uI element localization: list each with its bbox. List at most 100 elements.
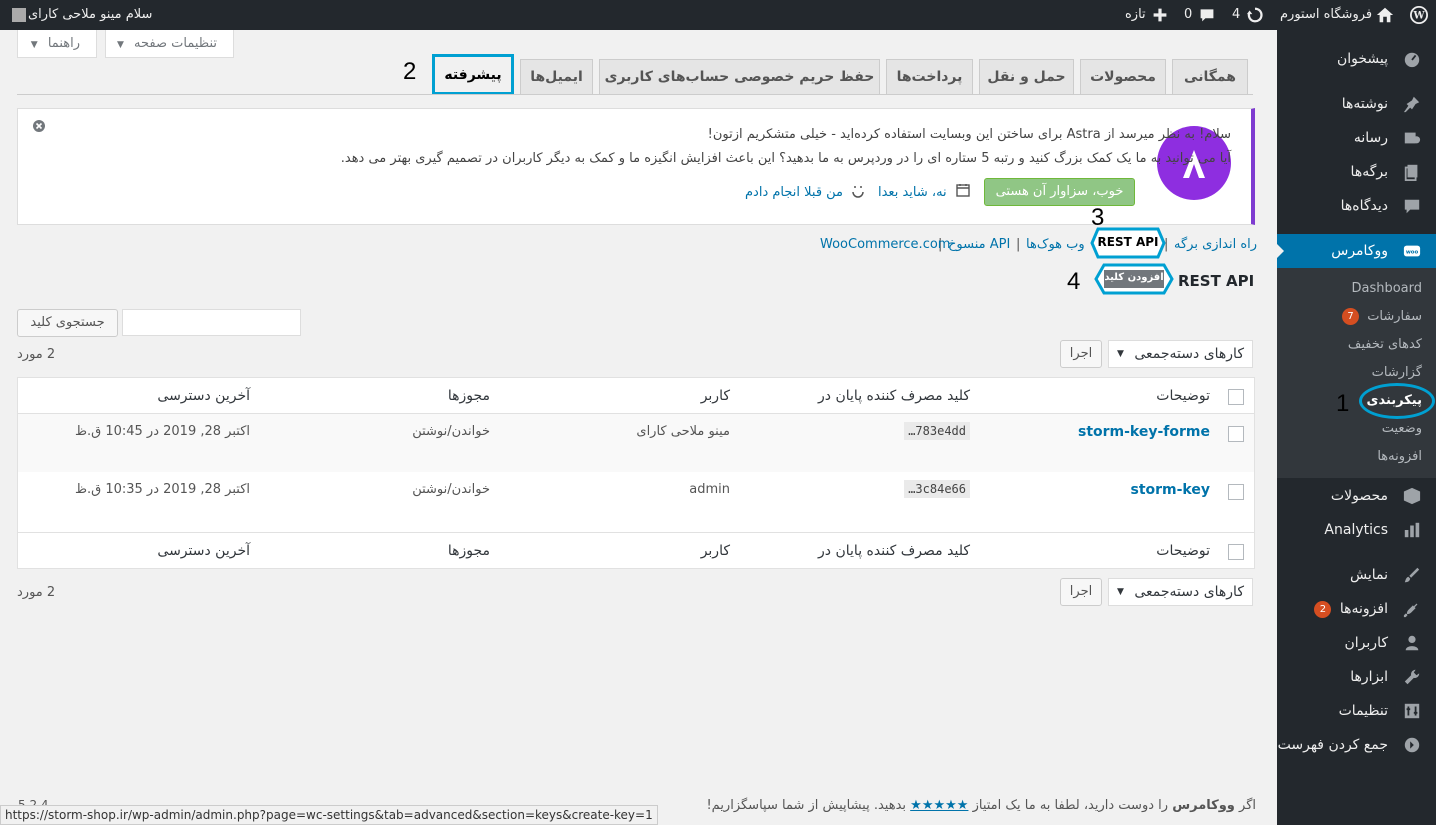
- row-checkbox[interactable]: [1228, 426, 1244, 442]
- subsection-woocommerce-com[interactable]: WooCommerce.com: [820, 237, 950, 252]
- tab-payments[interactable]: پرداخت‌ها: [886, 59, 973, 95]
- tab-label: محصولات: [1090, 69, 1156, 85]
- sidebar-item-users[interactable]: کاربران: [1277, 626, 1436, 660]
- select-all-checkbox[interactable]: [1228, 389, 1244, 405]
- tab-accounts-privacy[interactable]: حفظ حریم خصوصی حساب‌های کاربری: [599, 59, 880, 95]
- new-content-link[interactable]: تازه: [1125, 0, 1146, 30]
- search-input[interactable]: [122, 309, 301, 336]
- key-description-link[interactable]: storm-key-forme: [1078, 424, 1210, 440]
- status-bar-url: https://storm-shop.ir/wp-admin/admin.php…: [0, 805, 658, 825]
- comments-icon: [1404, 199, 1420, 214]
- sidebar-item-comments[interactable]: دیدگاه‌ها: [1277, 189, 1436, 223]
- site-name[interactable]: فروشگاه استورم: [1280, 0, 1372, 30]
- greeting-text[interactable]: سلام مینو ملاحی کارای: [28, 0, 152, 30]
- plus-icon[interactable]: [1152, 0, 1168, 30]
- column-footer-description[interactable]: توضیحات: [1156, 543, 1210, 559]
- subsection-label: WooCommerce.com: [820, 237, 951, 252]
- already-done-link[interactable]: من قبلا انجام دادم: [745, 185, 843, 200]
- apply-button[interactable]: اجرا: [1060, 340, 1102, 368]
- svg-text:W: W: [1412, 10, 1425, 21]
- sidebar-item-label: افزونه‌ها: [1339, 601, 1388, 617]
- dismiss-icon[interactable]: [32, 119, 46, 137]
- updates-icon[interactable]: [1246, 0, 1264, 30]
- avatar: [12, 7, 26, 22]
- key-description-link[interactable]: storm-key: [1130, 482, 1210, 498]
- column-header-user: کاربر: [700, 388, 730, 404]
- comments-icon[interactable]: [1199, 0, 1215, 30]
- sidebar-item-analytics[interactable]: Analytics: [1277, 513, 1436, 547]
- collapse-menu-button[interactable]: جمع کردن فهرست: [1277, 728, 1436, 762]
- keys-table: توضیحات کلید مصرف کننده پایان در کاربر م…: [17, 377, 1255, 569]
- rate-it-button[interactable]: خوب، سزاوار آن هستی: [984, 178, 1135, 206]
- rating-stars-link[interactable]: ★★★★★: [910, 798, 968, 813]
- submenu-item-extensions[interactable]: افزونه‌ها: [1277, 443, 1436, 471]
- sidebar-item-products[interactable]: محصولات: [1277, 479, 1436, 513]
- submenu-label: وضعیت: [1381, 421, 1422, 436]
- sidebar-item-label: برگه‌ها: [1350, 164, 1388, 180]
- my-account[interactable]: [8, 0, 26, 30]
- screen-options-button[interactable]: تنظیمات صفحه ▼: [105, 30, 234, 58]
- woocommerce-submenu: Dashboard سفارشات 7 کدهای تخفیف گزارشات …: [1277, 268, 1436, 478]
- tab-general[interactable]: همگانی: [1172, 59, 1248, 95]
- current-arrow: [1276, 243, 1284, 259]
- tab-label: همگانی: [1184, 69, 1236, 85]
- user-link[interactable]: مینو ملاحی کارای: [636, 424, 730, 439]
- tab-emails[interactable]: ایمیل‌ها: [520, 59, 593, 95]
- select-all-checkbox-bottom[interactable]: [1228, 544, 1244, 560]
- sidebar-item-woocommerce[interactable]: woo ووکامرس: [1276, 234, 1436, 268]
- wordpress-logo-icon[interactable]: W: [1410, 0, 1428, 30]
- maybe-later-link[interactable]: نه، شاید بعدا: [878, 185, 947, 200]
- plug-icon: [1403, 601, 1420, 618]
- subsection-page-setup[interactable]: راه اندازی برگه: [1174, 237, 1257, 252]
- tab-advanced[interactable]: پیشرفته: [432, 54, 514, 95]
- subsection-webhooks[interactable]: وب هوک‌ها: [1026, 237, 1085, 252]
- submenu-item-orders[interactable]: سفارشات 7: [1277, 303, 1436, 331]
- sidebar-item-media[interactable]: رسانه: [1277, 121, 1436, 155]
- sidebar-item-dashboard[interactable]: پیشخوان: [1277, 42, 1436, 76]
- consumer-key-code: …3c84e66: [904, 480, 970, 498]
- submenu-label: گزارشات: [1371, 365, 1422, 380]
- column-header-description[interactable]: توضیحات: [1156, 388, 1210, 404]
- sidebar-item-pages[interactable]: برگه‌ها: [1277, 155, 1436, 189]
- tab-products[interactable]: محصولات: [1080, 59, 1166, 95]
- add-key-button[interactable]: افزودن کلید: [1094, 262, 1174, 296]
- sidebar-item-posts[interactable]: نوشته‌ها: [1277, 87, 1436, 121]
- row-checkbox[interactable]: [1228, 484, 1244, 500]
- tab-shipping[interactable]: حمل و نقل: [979, 59, 1074, 95]
- bulk-actions-select[interactable]: کارهای دسته‌جمعی ▼: [1108, 340, 1253, 368]
- user-link[interactable]: admin: [689, 482, 730, 497]
- updates-count: 4: [1232, 7, 1241, 22]
- tab-label: ایمیل‌ها: [530, 69, 583, 85]
- help-button[interactable]: راهنما ▼: [17, 30, 97, 58]
- submenu-item-coupons[interactable]: کدهای تخفیف: [1277, 331, 1436, 359]
- chevron-down-icon: ▼: [116, 40, 124, 50]
- sidebar-item-tools[interactable]: ابزارها: [1277, 660, 1436, 694]
- subsection-label: وب هوک‌ها: [1026, 237, 1085, 252]
- column-footer-permissions: مجوزها: [447, 543, 490, 559]
- select-label: کارهای دسته‌جمعی: [1134, 346, 1244, 362]
- select-label: کارهای دسته‌جمعی: [1134, 584, 1244, 600]
- comments-count: 0: [1184, 7, 1193, 22]
- subsection-legacy-api[interactable]: API منسوخ: [948, 237, 1010, 252]
- items-count-bottom: 2 مورد: [17, 585, 56, 600]
- sidebar-item-label: Analytics: [1324, 522, 1388, 538]
- search-keys-button[interactable]: جستجوی کلید: [17, 309, 118, 337]
- sidebar-item-appearance[interactable]: نمایش: [1277, 558, 1436, 592]
- sidebar-item-settings[interactable]: تنظیمات: [1277, 694, 1436, 728]
- page-title: REST API: [1178, 272, 1255, 290]
- submenu-item-dashboard[interactable]: Dashboard: [1277, 275, 1436, 303]
- submenu-item-status[interactable]: وضعیت: [1277, 415, 1436, 443]
- submenu-item-reports[interactable]: گزارشات: [1277, 359, 1436, 387]
- notice-line-1: سلام! به نظر میرسد از Astra برای ساختن ا…: [707, 127, 1231, 142]
- sidebar-item-label: جمع کردن فهرست: [1277, 737, 1388, 753]
- column-footer-user: کاربر: [700, 543, 730, 559]
- apply-button-bottom[interactable]: اجرا: [1060, 578, 1102, 606]
- last-access-cell: اکتبر 28, 2019 در 10:35 ق.ظ: [74, 482, 250, 497]
- bulk-actions-select-bottom[interactable]: کارهای دسته‌جمعی ▼: [1108, 578, 1253, 606]
- bar-chart-icon: [1404, 522, 1420, 538]
- subsection-label: API منسوخ: [948, 237, 1011, 252]
- sidebar-item-plugins[interactable]: افزونه‌ها 2: [1277, 592, 1436, 626]
- annotation-2: 2: [403, 58, 417, 85]
- sidebar-item-label: تنظیمات: [1338, 703, 1388, 719]
- home-icon: [1376, 0, 1394, 30]
